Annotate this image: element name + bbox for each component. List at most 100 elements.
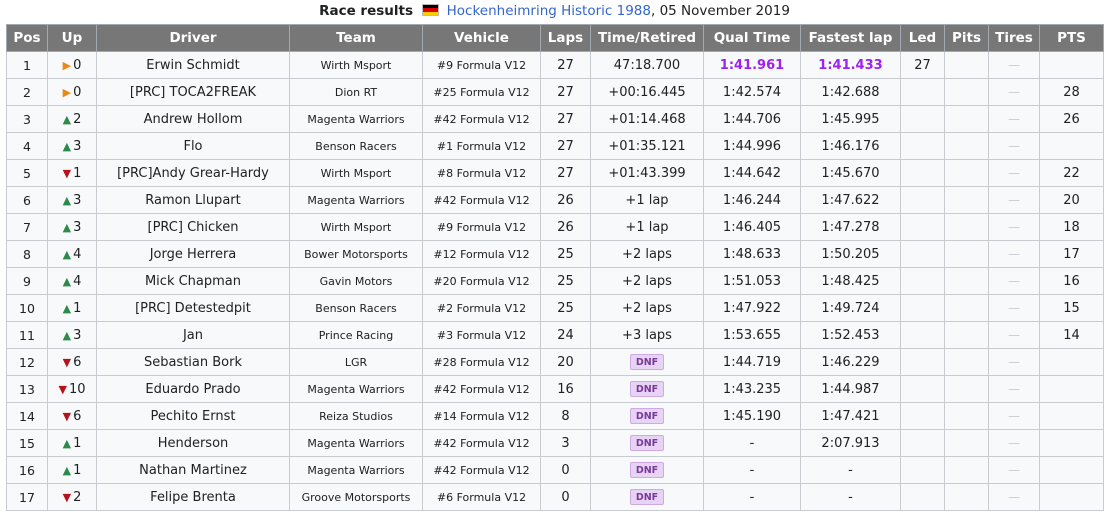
- col-header-time[interactable]: Time/Retired: [590, 24, 704, 52]
- arrow-down-icon: ▼: [62, 355, 72, 369]
- cell-fastest: 1:50.205: [800, 240, 901, 268]
- cell-laps: 0: [540, 456, 591, 484]
- cell-vehicle: #2 Formula V12: [422, 294, 541, 322]
- col-header-pits[interactable]: Pits: [944, 24, 989, 52]
- cell-pts: 20: [1039, 186, 1104, 214]
- cell-qual: 1:53.655: [703, 321, 801, 349]
- col-header-fastest[interactable]: Fastest lap: [800, 24, 901, 52]
- col-header-tires[interactable]: Tires: [988, 24, 1040, 52]
- col-header-up[interactable]: Up: [47, 24, 97, 52]
- cell-team: Wirth Msport: [289, 159, 423, 187]
- cell-led: [900, 267, 945, 295]
- cell-vehicle: #12 Formula V12: [422, 240, 541, 268]
- cell-fastest: 1:42.688: [800, 78, 901, 106]
- up-value: 1: [73, 435, 82, 451]
- col-header-vehicle[interactable]: Vehicle: [422, 24, 541, 52]
- arrow-up-icon: ▲: [62, 193, 72, 207]
- col-header-pos[interactable]: Pos: [6, 24, 48, 52]
- tires-value: —: [1008, 354, 1020, 369]
- col-header-team[interactable]: Team: [289, 24, 423, 52]
- col-header-led[interactable]: Led: [900, 24, 945, 52]
- cell-up: ▲ 1: [47, 456, 97, 484]
- cell-vehicle: #9 Formula V12: [422, 51, 541, 79]
- cell-fastest: 1:45.670: [800, 159, 901, 187]
- tires-value: —: [1008, 57, 1020, 72]
- cell-tires: —: [988, 159, 1040, 187]
- col-header-qual[interactable]: Qual Time: [703, 24, 801, 52]
- cell-led: 27: [900, 51, 945, 79]
- cell-tires: —: [988, 429, 1040, 457]
- cell-pits: [944, 429, 989, 457]
- col-header-pts[interactable]: PTS: [1039, 24, 1104, 52]
- up-value: 2: [73, 111, 82, 127]
- cell-team: Magenta Warriors: [289, 375, 423, 403]
- cell-up: ▲ 4: [47, 240, 97, 268]
- track-link[interactable]: Hockenheimring Historic 1988: [447, 3, 651, 19]
- cell-up: ▶ 0: [47, 51, 97, 79]
- caption-title: Race results: [319, 3, 414, 19]
- cell-pts: 14: [1039, 321, 1104, 349]
- cell-time: +01:43.399: [590, 159, 704, 187]
- arrow-right-icon: ▶: [62, 58, 72, 72]
- arrow-up-icon: ▲: [62, 220, 72, 234]
- cell-fastest: 1:44.987: [800, 375, 901, 403]
- cell-tires: —: [988, 267, 1040, 295]
- table-row: 3 ▲ 2 Andrew Hollom Magenta Warriors #42 Form…: [6, 105, 1104, 133]
- cell-time: DNF: [590, 402, 704, 430]
- tires-value: —: [1008, 246, 1020, 261]
- arrow-up-icon: ▲: [62, 112, 72, 126]
- cell-time: DNF: [590, 429, 704, 457]
- cell-led: [900, 348, 945, 376]
- cell-vehicle: #25 Formula V12: [422, 78, 541, 106]
- tires-value: —: [1008, 192, 1020, 207]
- up-value: 0: [73, 84, 82, 100]
- arrow-down-icon: ▼: [62, 166, 72, 180]
- cell-laps: 25: [540, 294, 591, 322]
- col-header-driver[interactable]: Driver: [96, 24, 290, 52]
- cell-up: ▼ 10: [47, 375, 97, 403]
- cell-qual: 1:51.053: [703, 267, 801, 295]
- cell-pos: 4: [6, 132, 48, 160]
- cell-time: +01:35.121: [590, 132, 704, 160]
- table-row: 5 ▼ 1 [PRC]Andy Grear-Hardy Wirth Msport #8 F…: [6, 159, 1104, 187]
- cell-pos: 8: [6, 240, 48, 268]
- cell-driver: Eduardo Prado: [96, 375, 290, 403]
- cell-pts: [1039, 429, 1104, 457]
- cell-driver: Jan: [96, 321, 290, 349]
- arrow-right-icon: ▶: [62, 85, 72, 99]
- cell-time: 47:18.700: [590, 51, 704, 79]
- tires-value: —: [1008, 435, 1020, 450]
- cell-up: ▲ 2: [47, 105, 97, 133]
- cell-pos: 11: [6, 321, 48, 349]
- time-value: +1 lap: [625, 192, 669, 208]
- cell-team: Wirth Msport: [289, 51, 423, 79]
- cell-pts: 22: [1039, 159, 1104, 187]
- cell-vehicle: #6 Formula V12: [422, 483, 541, 511]
- cell-fastest: 1:47.622: [800, 186, 901, 214]
- cell-vehicle: #42 Formula V12: [422, 186, 541, 214]
- cell-pos: 14: [6, 402, 48, 430]
- cell-up: ▲ 1: [47, 294, 97, 322]
- cell-vehicle: #9 Formula V12: [422, 213, 541, 241]
- table-row: 4 ▲ 3 Flo Benson Racers #1 Formula V12 27 +01:3…: [6, 132, 1104, 160]
- cell-up: ▲ 3: [47, 132, 97, 160]
- cell-vehicle: #28 Formula V12: [422, 348, 541, 376]
- col-header-laps[interactable]: Laps: [540, 24, 591, 52]
- table-caption: Race results Hockenheimring Historic 198…: [0, 0, 1109, 24]
- cell-tires: —: [988, 348, 1040, 376]
- time-value: +00:16.445: [608, 84, 686, 100]
- cell-fastest: 1:52.453: [800, 321, 901, 349]
- cell-laps: 25: [540, 240, 591, 268]
- up-value: 3: [73, 138, 82, 154]
- cell-pos: 2: [6, 78, 48, 106]
- cell-team: Magenta Warriors: [289, 186, 423, 214]
- dnf-badge: DNF: [629, 354, 665, 370]
- arrow-down-icon: ▼: [62, 490, 72, 504]
- cell-pts: 15: [1039, 294, 1104, 322]
- cell-pits: [944, 267, 989, 295]
- tires-value: —: [1008, 111, 1020, 126]
- cell-driver: Ramon Llupart: [96, 186, 290, 214]
- cell-time: +1 lap: [590, 186, 704, 214]
- time-value: 47:18.700: [613, 57, 681, 73]
- cell-pos: 10: [6, 294, 48, 322]
